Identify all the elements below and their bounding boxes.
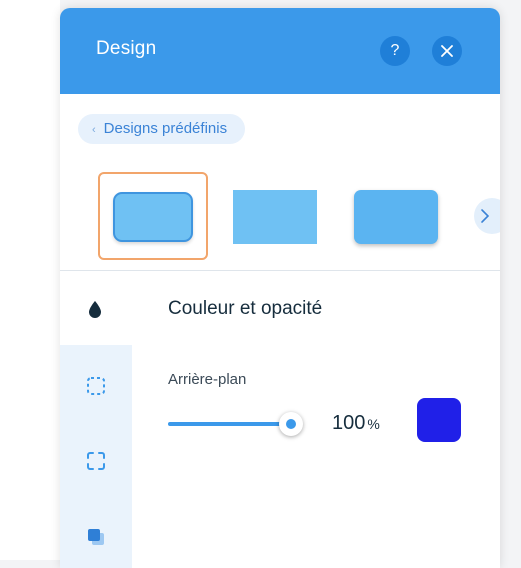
opacity-slider-track[interactable] xyxy=(168,422,290,426)
fill-drop-icon[interactable] xyxy=(86,299,104,319)
design-panel: Design ? ‹ Designs prédéfinis Couleur et… xyxy=(60,8,500,568)
slider-knob-dot xyxy=(286,419,296,429)
close-button[interactable] xyxy=(432,36,462,66)
opacity-unit: % xyxy=(367,416,380,432)
shadow-icon[interactable] xyxy=(86,527,106,547)
panel-title: Design xyxy=(96,38,157,59)
panel-header: Design ? xyxy=(60,8,500,94)
chevron-right-icon xyxy=(481,209,490,223)
corners-icon[interactable] xyxy=(86,451,106,471)
presets-back-link[interactable]: ‹ Designs prédéfinis xyxy=(78,114,246,144)
canvas-background xyxy=(0,0,60,560)
chevron-left-icon: ‹ xyxy=(92,124,96,136)
help-button[interactable]: ? xyxy=(380,36,410,66)
preset-rounded-shadow[interactable] xyxy=(354,190,438,244)
design-sidebar xyxy=(60,271,132,568)
background-label: Arrière-plan xyxy=(168,371,247,388)
preset-preview xyxy=(113,192,193,242)
opacity-value[interactable]: 100% xyxy=(332,412,380,435)
presets-next-button[interactable] xyxy=(474,198,500,234)
opacity-number: 100 xyxy=(332,412,366,434)
close-icon xyxy=(441,45,453,57)
preset-flat[interactable] xyxy=(233,190,317,244)
presets-link-label: Designs prédéfinis xyxy=(103,120,228,137)
opacity-slider-handle[interactable] xyxy=(279,412,303,436)
background-color-swatch[interactable] xyxy=(417,398,461,442)
help-icon: ? xyxy=(390,42,400,59)
section-title: Couleur et opacité xyxy=(168,298,323,319)
border-dashed-icon[interactable] xyxy=(86,376,106,396)
preset-rounded-bordered[interactable] xyxy=(98,172,208,260)
